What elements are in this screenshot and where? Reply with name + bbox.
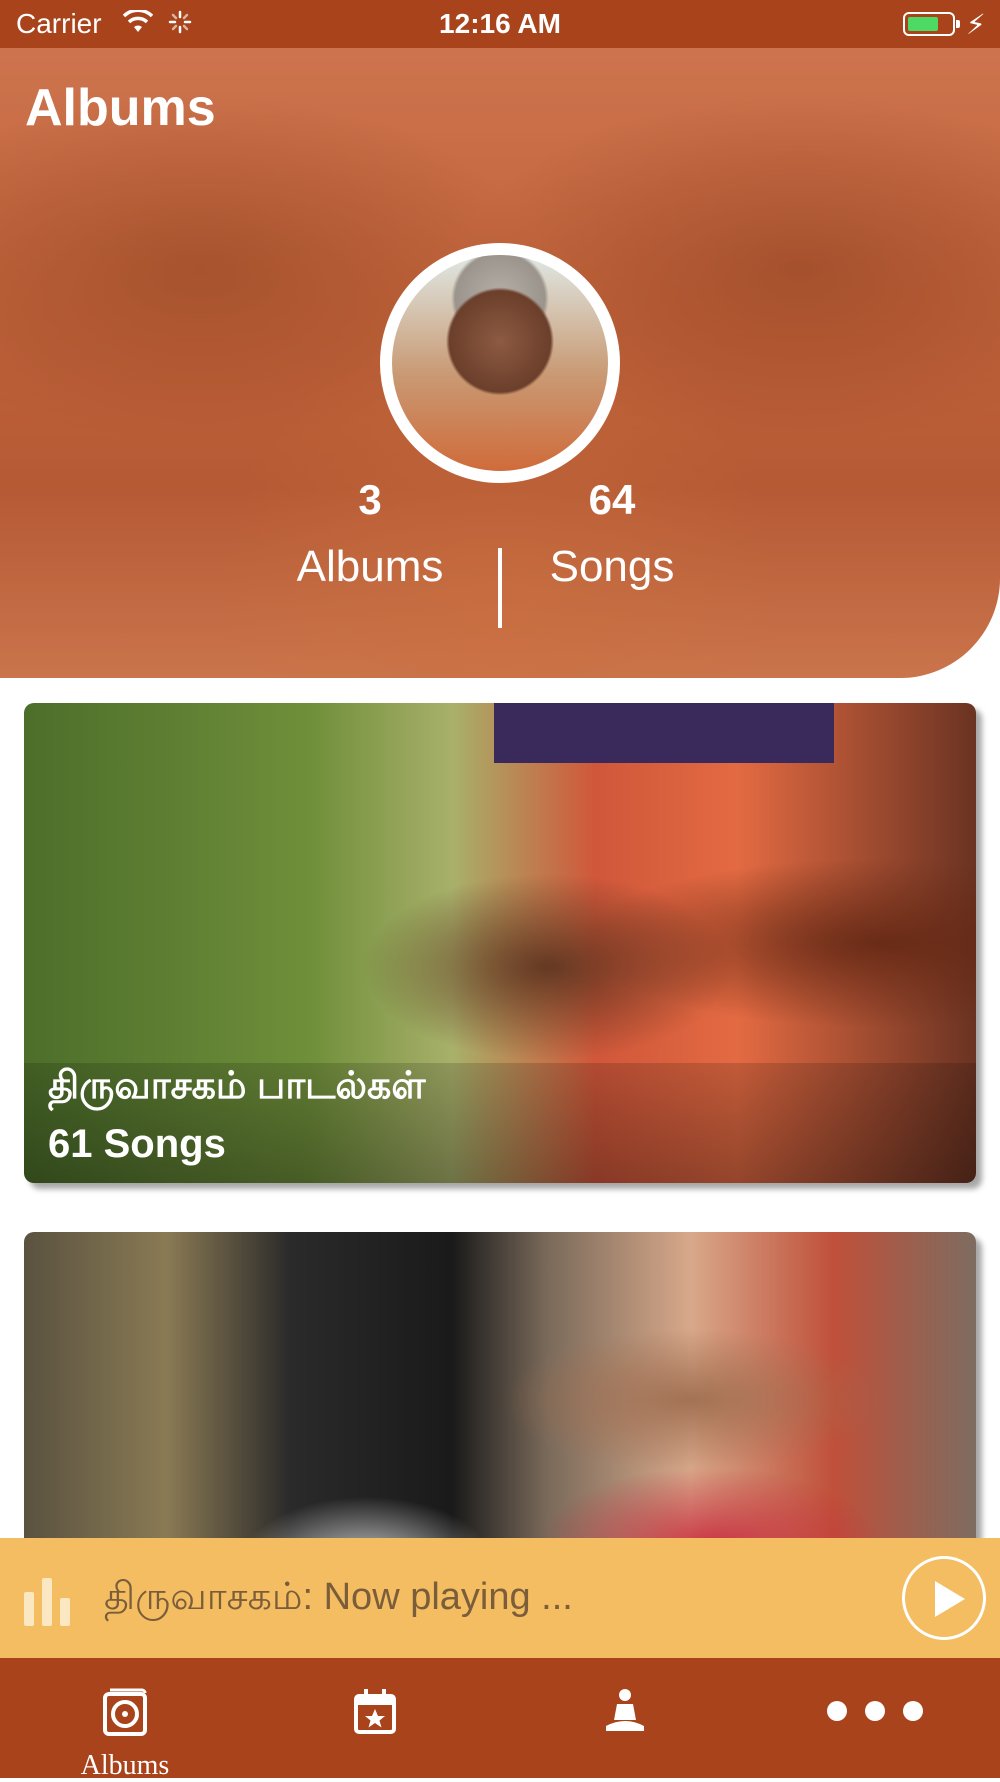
songs-count: 64 [588,476,636,523]
status-bar: Carrier 12:16 AM ⚡ [0,0,1000,48]
status-time: 12:16 AM [439,8,561,39]
equalizer-icon [24,1578,74,1626]
album-icon [103,1688,147,1736]
tab-albums[interactable]: Albums [0,1658,250,1781]
more-icon [827,1701,923,1721]
charging-bolt-icon: ⚡ [966,9,986,40]
albums-stat-label: Albums [296,542,444,591]
tab-bar: Albums [0,1658,1000,1781]
now-playing-text: திருவாசகம்: Now playing ... [104,1576,573,1618]
albums-count: 3 [358,476,382,523]
play-icon [935,1581,965,1617]
album-card[interactable]: திருவாசகம் பாடல்கள் 61 Songs [24,703,976,1183]
songs-stat: 64 Songs [512,476,712,592]
now-playing-bar[interactable]: திருவாசகம்: Now playing ... [0,1538,1000,1658]
play-button[interactable] [902,1556,986,1640]
songs-stat-label: Songs [549,542,675,591]
tab-meditation[interactable] [500,1658,750,1778]
album-caption: திருவாசகம் பாடல்கள் 61 Songs [24,1063,976,1183]
tab-events[interactable] [250,1658,500,1778]
tab-more[interactable] [750,1658,1000,1778]
album-song-count: 61 Songs [48,1122,226,1166]
battery-icon [903,12,960,36]
albums-stat: 3 Albums [270,476,470,592]
profile-header: Albums 3 Albums 64 Songs [0,48,1000,678]
avatar [380,243,620,483]
calendar-star-icon [354,1689,396,1734]
stat-divider [498,548,502,628]
album-title: திருவாசகம் பாடல்கள் [48,1065,426,1107]
page-title: Albums [25,79,216,137]
tab-label: Albums [80,1750,170,1781]
meditation-icon [606,1689,644,1731]
